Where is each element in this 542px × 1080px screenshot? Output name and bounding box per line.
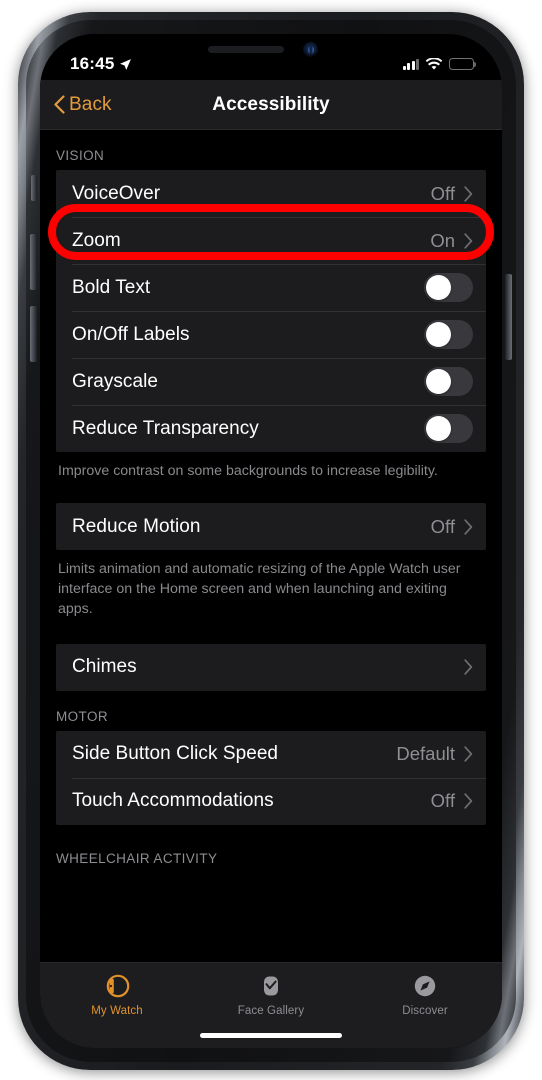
row-accessory: On: [430, 230, 473, 252]
status-bar-left: 16:45: [70, 54, 132, 74]
back-label: Back: [69, 93, 112, 115]
status-time: 16:45: [70, 54, 115, 73]
on-off-labels-toggle[interactable]: [424, 320, 473, 349]
apple-watch-icon: [106, 974, 130, 998]
location-arrow-icon: [120, 59, 132, 70]
settings-group-reduce-motion: Reduce Motion Off: [56, 503, 486, 551]
earpiece-speaker-icon: [208, 46, 284, 53]
row-voiceover[interactable]: VoiceOver Off: [56, 170, 486, 217]
row-accessory: Off: [431, 790, 473, 812]
row-label: VoiceOver: [72, 182, 161, 204]
chevron-left-icon: [54, 95, 65, 114]
reduce-transparency-toggle[interactable]: [424, 414, 473, 443]
phone-frame: 16:45 Back Accessibility VISION VoiceOve…: [18, 12, 524, 1070]
row-value: Off: [430, 515, 455, 537]
row-bold-text[interactable]: Bold Text: [56, 264, 486, 311]
chevron-right-icon: [464, 232, 473, 249]
chevron-right-icon: [464, 793, 473, 809]
row-accessory: [455, 659, 473, 675]
row-value: Default: [396, 743, 455, 765]
footer-reduce-motion: Limits animation and automatic resizing …: [58, 561, 461, 618]
settings-group-motor: Side Button Click Speed Default Touch Ac…: [56, 730, 486, 825]
row-label: Zoom: [72, 229, 121, 251]
tab-my-watch[interactable]: My Watch: [40, 963, 194, 1048]
row-value: On: [430, 229, 455, 251]
row-zoom[interactable]: Zoom On: [56, 217, 486, 264]
row-on-off-labels[interactable]: On/Off Labels: [56, 311, 486, 358]
row-value: Off: [430, 790, 455, 812]
toggle-knob: [426, 322, 451, 347]
row-value: Off: [430, 182, 455, 204]
row-label: Touch Accommodations: [72, 790, 274, 812]
battery-icon: [449, 57, 477, 71]
settings-group-chimes: Chimes: [56, 643, 486, 691]
row-accessory: Default: [396, 743, 473, 765]
cellular-bars-icon: [402, 58, 419, 70]
chevron-right-icon: [464, 185, 473, 202]
section-header-wheelchair-activity: WHEELCHAIR ACTIVITY: [56, 850, 218, 866]
row-label: On/Off Labels: [72, 323, 190, 345]
row-grayscale[interactable]: Grayscale: [56, 358, 486, 405]
section-header-vision: VISION: [56, 148, 105, 163]
row-accessory: Off: [431, 516, 473, 538]
back-button[interactable]: Back: [54, 94, 112, 116]
tab-label: Discover: [402, 1005, 448, 1017]
settings-group-vision: VoiceOver Off Zoom On Bold Text On/Off L…: [48, 170, 494, 452]
toggle-knob: [426, 275, 451, 300]
phone-screen: 16:45 Back Accessibility VISION VoiceOve…: [40, 34, 502, 1048]
toggle-knob: [426, 416, 451, 441]
row-label: Bold Text: [72, 276, 151, 298]
watch-face-icon: [264, 976, 278, 996]
power-button[interactable]: [505, 274, 512, 360]
row-touch-accommodations[interactable]: Touch Accommodations Off: [56, 777, 486, 825]
row-side-button-click-speed[interactable]: Side Button Click Speed Default: [56, 731, 486, 778]
section-header-motor: MOTOR: [56, 708, 108, 724]
tab-discover[interactable]: Discover: [348, 963, 502, 1048]
row-reduce-transparency[interactable]: Reduce Transparency: [56, 405, 486, 452]
row-label: Reduce Motion: [72, 515, 201, 537]
status-bar-right: [402, 57, 477, 71]
row-label: Grayscale: [72, 370, 158, 392]
chevron-right-icon: [464, 518, 473, 535]
row-accessory: Off: [431, 183, 473, 205]
grayscale-toggle[interactable]: [424, 367, 473, 396]
row-label: Chimes: [72, 656, 137, 678]
wifi-icon: [425, 57, 443, 70]
tab-label: Face Gallery: [237, 1005, 305, 1017]
footer-vision: Improve contrast on some backgrounds to …: [58, 463, 438, 479]
home-indicator[interactable]: [200, 1032, 342, 1038]
row-reduce-motion[interactable]: Reduce Motion Off: [56, 503, 486, 550]
chevron-right-icon: [464, 659, 473, 675]
notch: [170, 34, 372, 64]
compass-icon: [414, 975, 436, 997]
chevron-right-icon: [464, 746, 473, 762]
row-label: Side Button Click Speed: [72, 743, 279, 765]
volume-up-button[interactable]: [30, 234, 37, 290]
toggle-knob: [426, 369, 451, 394]
mute-switch[interactable]: [31, 175, 37, 201]
tab-label: My Watch: [91, 1005, 143, 1017]
row-chimes[interactable]: Chimes: [56, 644, 486, 691]
row-label: Reduce Transparency: [72, 417, 259, 439]
front-camera-icon: [303, 42, 318, 57]
bold-text-toggle[interactable]: [424, 273, 473, 302]
volume-down-button[interactable]: [30, 306, 37, 362]
settings-list[interactable]: VISION VoiceOver Off Zoom On Bold Text O…: [40, 130, 502, 1048]
navigation-bar: Back Accessibility: [40, 80, 502, 130]
